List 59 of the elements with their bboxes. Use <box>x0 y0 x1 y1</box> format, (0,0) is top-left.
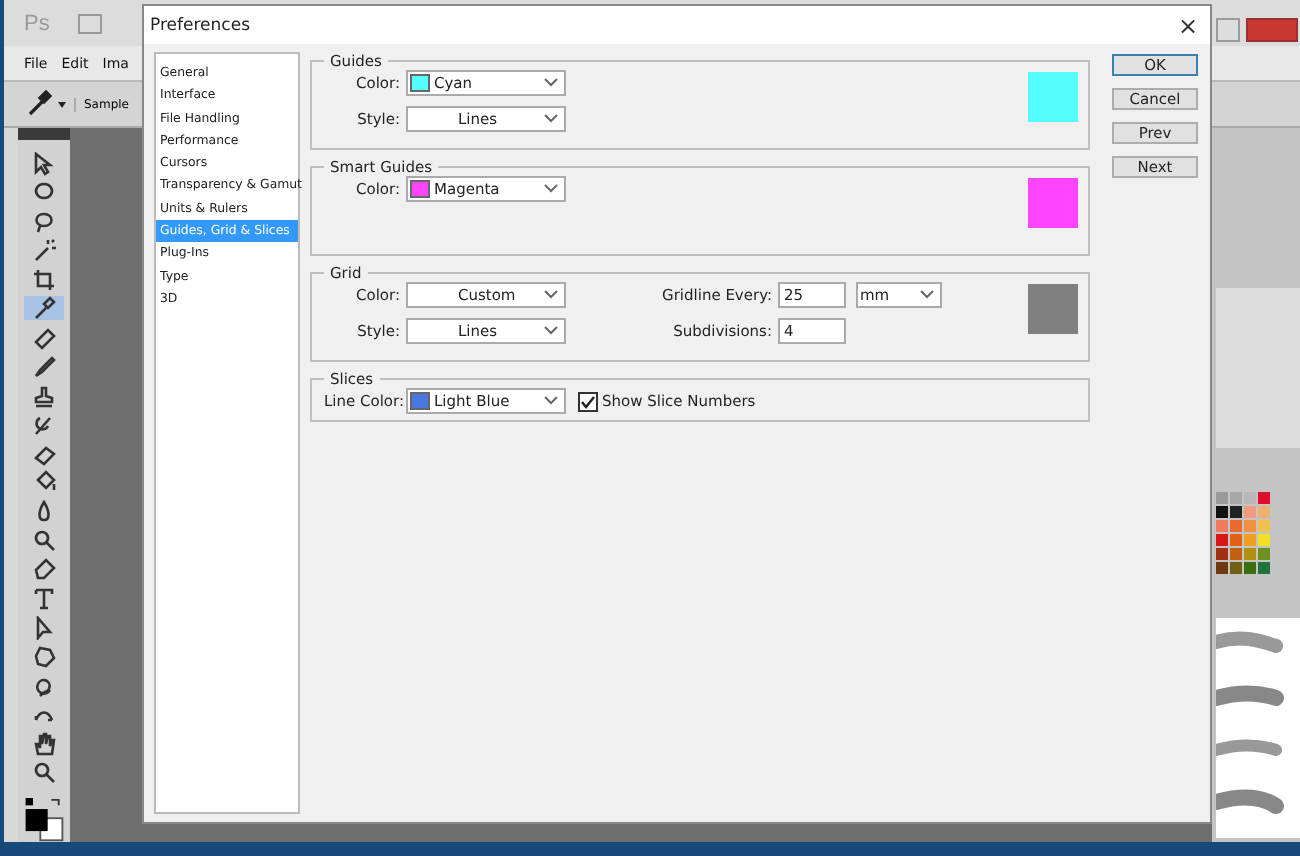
move-icon <box>32 151 56 176</box>
eraser-icon <box>32 441 56 466</box>
color-swatch[interactable] <box>1258 548 1270 560</box>
caret-icon <box>544 290 558 300</box>
caret-icon <box>544 396 558 406</box>
color-swatch[interactable] <box>1244 492 1256 504</box>
caret-icon <box>544 326 558 336</box>
color-swatch[interactable] <box>1216 520 1228 532</box>
close-button[interactable] <box>1246 18 1298 42</box>
caret-icon <box>544 184 558 194</box>
eyedropper-icon <box>32 296 56 321</box>
color-swatch[interactable] <box>1216 492 1228 504</box>
caret-icon <box>544 114 558 124</box>
color-swatch[interactable] <box>1230 506 1242 518</box>
arrow-cursor-icon <box>32 615 56 640</box>
zoom-icon <box>32 760 56 785</box>
lasso-icon <box>32 209 56 234</box>
type-icon <box>32 586 56 611</box>
color-swatch[interactable] <box>1258 492 1270 504</box>
color-swatch[interactable] <box>1230 492 1242 504</box>
caret-icon <box>544 78 558 88</box>
magic-wand-icon <box>32 238 56 263</box>
rotate-icon <box>32 673 56 698</box>
color-swatch[interactable] <box>1244 534 1256 546</box>
app-logo: Ps <box>24 11 50 35</box>
bandage-icon <box>32 325 56 350</box>
color-swatch[interactable] <box>1230 548 1242 560</box>
hand-icon <box>32 731 56 756</box>
color-swatch[interactable] <box>1244 520 1256 532</box>
crop-icon <box>32 267 56 292</box>
color-swatch[interactable] <box>1258 562 1270 574</box>
minimize-button[interactable] <box>1216 18 1240 42</box>
color-swatch[interactable] <box>1216 506 1228 518</box>
color-swatch[interactable] <box>1244 562 1256 574</box>
caret-icon <box>920 290 934 300</box>
color-swatch[interactable] <box>1244 506 1256 518</box>
eyedropper-icon[interactable] <box>24 90 68 118</box>
color-swatch[interactable] <box>1230 562 1242 574</box>
color-swatch[interactable] <box>1216 548 1228 560</box>
brush-icon <box>32 354 56 379</box>
panel-grip[interactable] <box>18 128 70 141</box>
pen-icon <box>32 557 56 582</box>
color-swatch[interactable] <box>1258 520 1270 532</box>
dialog-title: Preferences <box>150 15 250 35</box>
shape-icon <box>32 644 56 669</box>
stamp-icon <box>32 383 56 408</box>
color-swatch[interactable] <box>1230 534 1242 546</box>
color-swatch[interactable] <box>1216 534 1228 546</box>
color-swatches-icon[interactable] <box>22 797 66 842</box>
color-swatch[interactable] <box>1230 520 1242 532</box>
color-swatch[interactable] <box>1258 506 1270 518</box>
color-swatch[interactable] <box>1244 548 1256 560</box>
marquee-icon <box>32 180 56 205</box>
drop-icon <box>32 499 56 524</box>
tool-button[interactable] <box>24 296 64 321</box>
close-button[interactable]: × <box>1177 11 1202 39</box>
color-swatch[interactable] <box>1216 562 1228 574</box>
bucket-icon <box>32 470 56 495</box>
color-swatch[interactable] <box>1258 534 1270 546</box>
